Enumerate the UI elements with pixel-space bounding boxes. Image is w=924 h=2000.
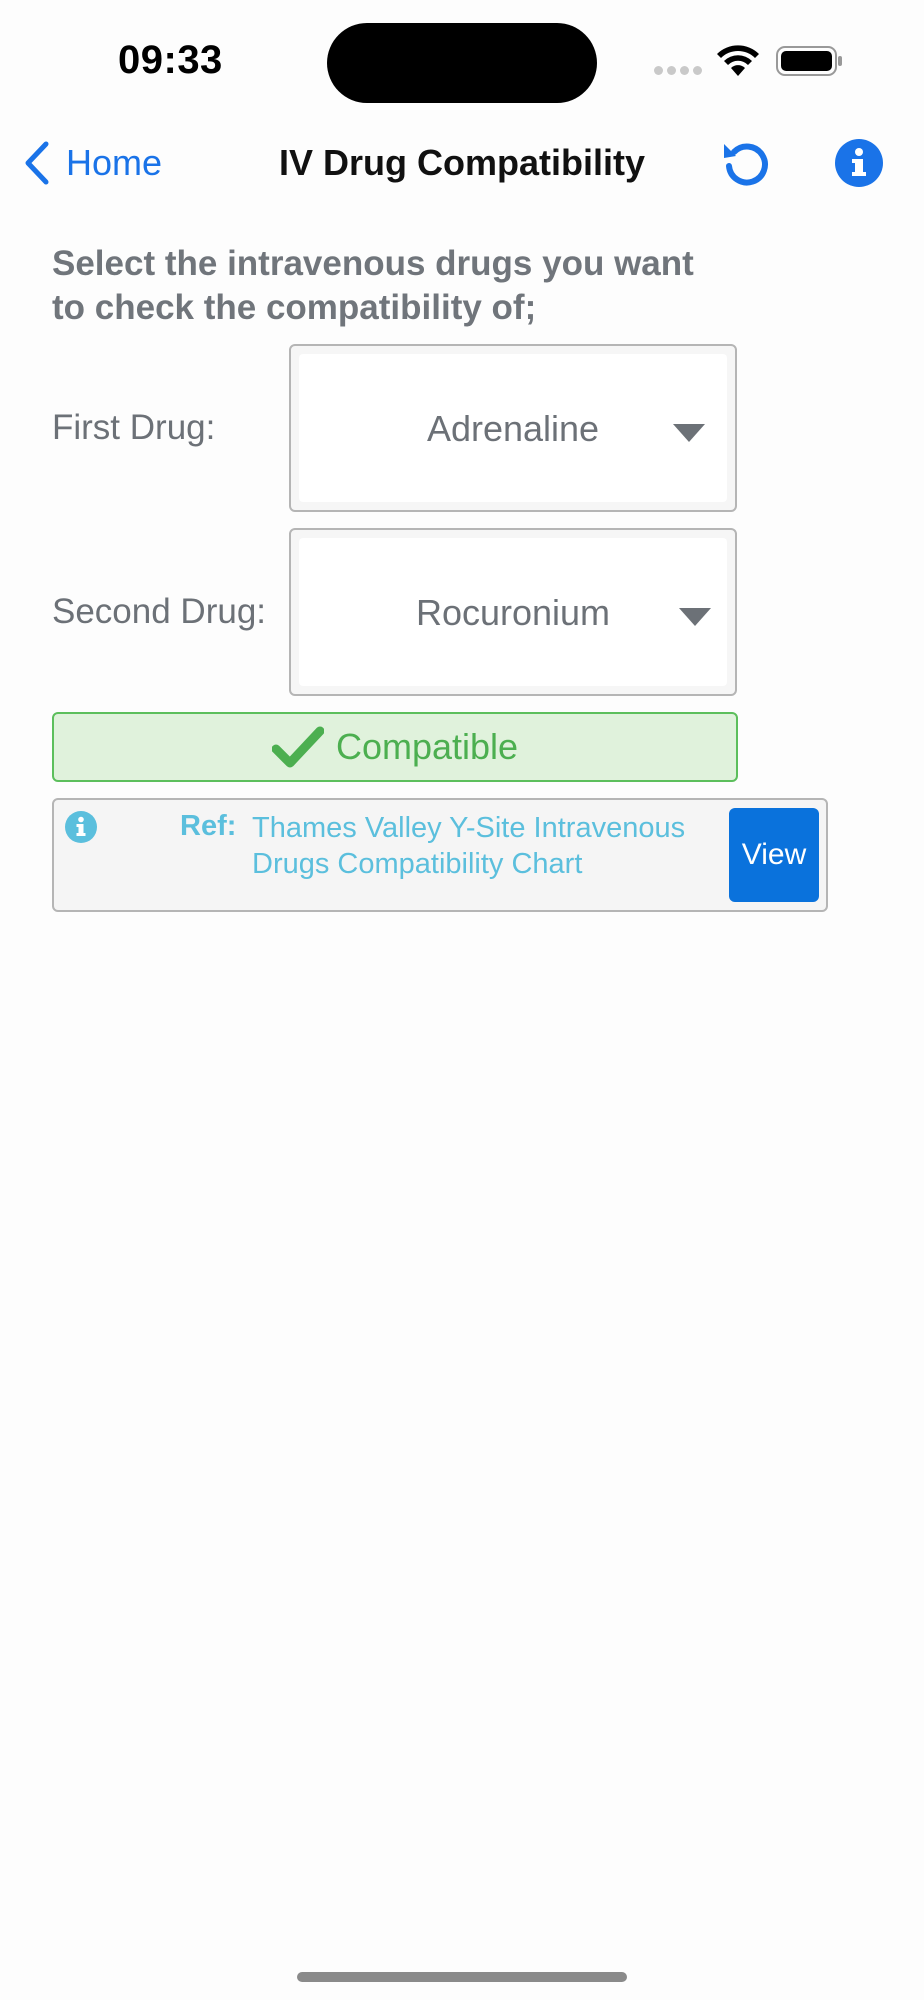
first-drug-picker[interactable]: Adrenaline — [289, 344, 737, 512]
instructions-text: Select the intravenous drugs you want to… — [52, 244, 694, 327]
first-drug-value: Adrenaline — [426, 408, 600, 449]
compatibility-status-text: Compatible — [335, 726, 519, 767]
check-icon — [271, 726, 324, 768]
info-icon[interactable] — [834, 138, 884, 188]
back-button-label: Home — [66, 142, 163, 183]
back-button[interactable]: Home — [22, 138, 162, 188]
info-icon — [65, 811, 97, 843]
status-time: 09:33 — [118, 38, 223, 82]
first-drug-label: First Drug: — [52, 408, 216, 447]
second-drug-value: Rocuronium — [415, 592, 611, 633]
status-bar: 09:33 — [0, 0, 924, 120]
second-drug-picker[interactable]: Rocuronium — [289, 528, 737, 696]
home-indicator[interactable] — [297, 1972, 627, 1982]
refresh-icon[interactable] — [720, 136, 774, 190]
picker-body: Adrenaline — [299, 354, 727, 502]
page-title: IV Drug Compatibility — [278, 142, 645, 183]
view-reference-button[interactable]: View — [729, 808, 819, 902]
caret-down-icon — [679, 608, 711, 626]
reference-text: Thames Valley Y-Site Intravenous Drugs C… — [252, 812, 686, 880]
reference-label: Ref: — [180, 810, 237, 842]
wifi-icon — [717, 45, 759, 76]
dynamic-island — [327, 23, 597, 103]
caret-down-icon — [673, 424, 705, 442]
cellular-signal-icon — [654, 66, 704, 76]
app-screen: 09:33 Home IV Drug Compatibility Select … — [0, 0, 924, 2000]
battery-icon — [776, 46, 842, 76]
picker-body: Rocuronium — [299, 538, 727, 686]
chevron-left-icon — [25, 141, 49, 185]
navigation-bar: Home IV Drug Compatibility — [0, 120, 924, 206]
compatibility-result: Compatible — [52, 712, 738, 782]
reference-box: Ref: Thames Valley Y-Site Intravenous Dr… — [52, 798, 828, 912]
second-drug-label: Second Drug: — [52, 592, 267, 631]
